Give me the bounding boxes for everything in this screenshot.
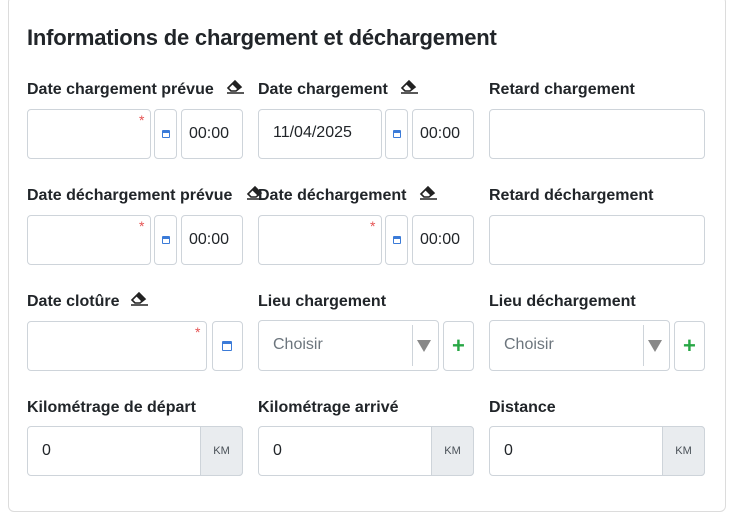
label-lieu-dechargement: Lieu déchargement [489, 293, 636, 310]
calendar-icon [393, 236, 401, 244]
select-value: Choisir [504, 336, 554, 353]
date-dechargement-input[interactable] [258, 215, 382, 265]
label-retard-dechargement: Retard déchargement [489, 187, 654, 204]
calendar-icon [162, 236, 170, 244]
section-title: Informations de chargement et déchargeme… [27, 25, 497, 50]
km-unit: KM [662, 426, 705, 476]
select-divider [643, 325, 644, 366]
eraser-icon[interactable] [225, 78, 245, 94]
required-mark: * [139, 112, 145, 128]
eraser-icon[interactable] [418, 184, 438, 200]
label-retard-chargement: Retard chargement [489, 81, 635, 98]
date-cloture-input[interactable] [27, 321, 207, 371]
plus-icon: + [452, 333, 465, 358]
label-date-dechargement: Date déchargement [258, 187, 407, 204]
label-distance: Distance [489, 399, 556, 416]
calendar-icon [222, 341, 232, 351]
km-arrive-value: 0 [273, 442, 282, 459]
distance-value: 0 [504, 442, 513, 459]
label-date-chargement: Date chargement [258, 81, 388, 98]
label-km-depart: Kilométrage de départ [27, 399, 196, 416]
chevron-down-icon[interactable] [417, 340, 431, 352]
date-chargement-prevue-input[interactable] [27, 109, 151, 159]
label-date-chargement-prevue: Date chargement prévue [27, 81, 214, 98]
date-value: 11/04/2025 [273, 124, 352, 141]
retard-dechargement-input[interactable] [489, 215, 705, 265]
calendar-icon [162, 130, 170, 138]
calendar-icon [393, 130, 401, 138]
label-date-cloture: Date clotûre [27, 293, 120, 310]
eraser-icon[interactable] [399, 78, 419, 94]
eraser-icon[interactable] [129, 290, 149, 306]
chevron-down-icon[interactable] [648, 340, 662, 352]
time-value: 00:00 [420, 125, 461, 142]
date-dechargement-prevue-input[interactable] [27, 215, 151, 265]
select-value: Choisir [273, 336, 323, 353]
time-value: 00:00 [420, 231, 461, 248]
km-unit: KM [200, 426, 243, 476]
time-value: 00:00 [189, 231, 230, 248]
label-date-dechargement-prevue: Date déchargement prévue [27, 187, 233, 204]
km-depart-value: 0 [42, 442, 51, 459]
required-mark: * [195, 324, 201, 340]
label-lieu-chargement: Lieu chargement [258, 293, 387, 310]
km-unit: KM [431, 426, 474, 476]
time-value: 00:00 [189, 125, 230, 142]
label-km-arrive: Kilométrage arrivé [258, 399, 399, 416]
required-mark: * [370, 218, 376, 234]
select-divider [412, 325, 413, 366]
required-mark: * [139, 218, 145, 234]
retard-chargement-input[interactable] [489, 109, 705, 159]
plus-icon: + [683, 333, 696, 358]
